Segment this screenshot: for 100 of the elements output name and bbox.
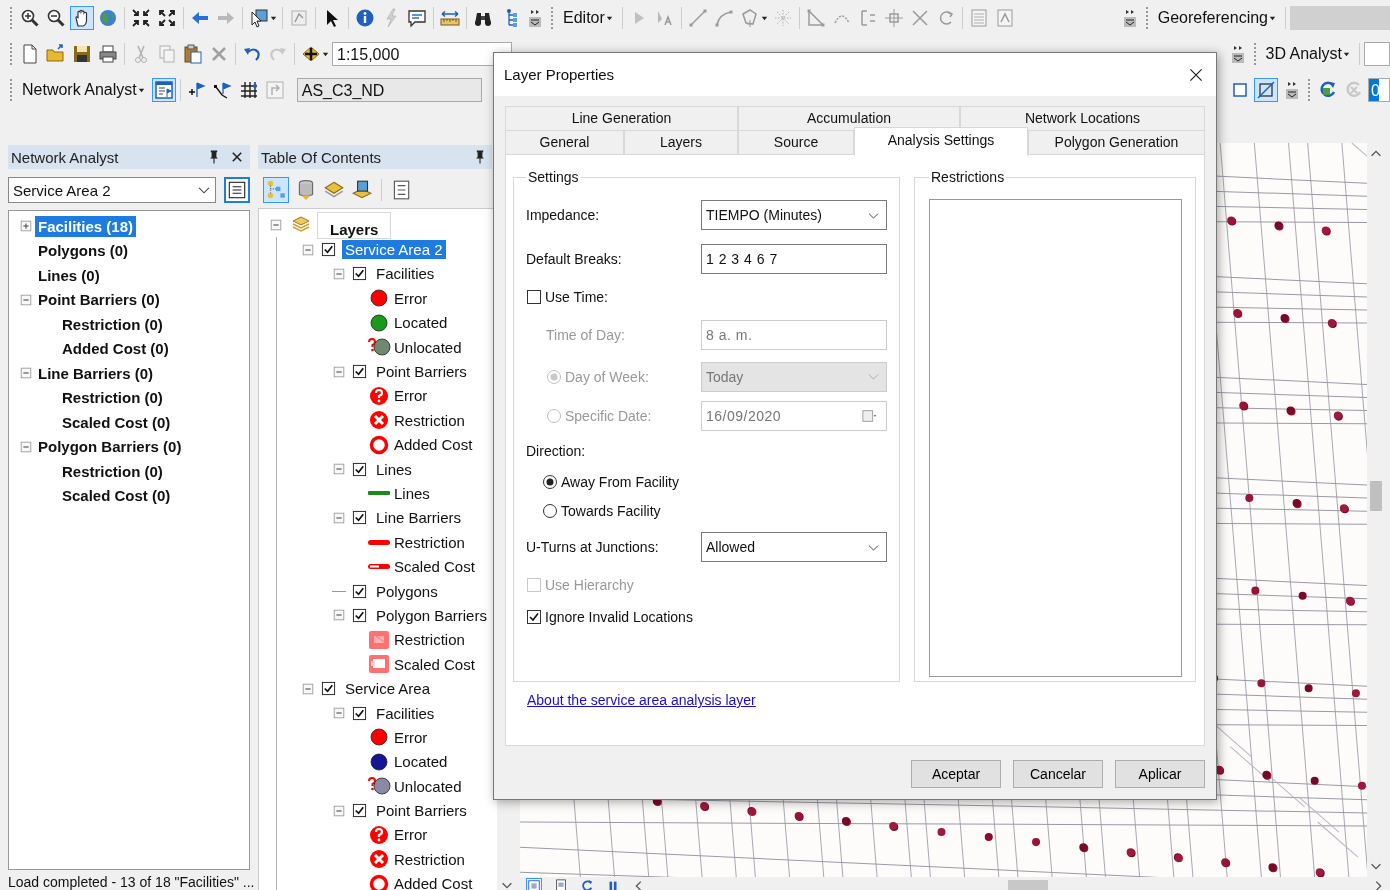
hand-icon[interactable] — [70, 6, 94, 30]
radio-button[interactable] — [542, 502, 558, 519]
properties-icon[interactable] — [224, 177, 250, 203]
tab[interactable]: Line Generation — [505, 106, 738, 130]
toolbar-menu[interactable]: Editor — [559, 7, 618, 29]
checkbox[interactable] — [352, 705, 367, 721]
tree-item[interactable]: Service Area — [342, 679, 434, 699]
close-icon[interactable] — [1188, 66, 1204, 83]
tree-item[interactable]: Facilities — [373, 264, 438, 284]
collapse-icon[interactable] — [332, 706, 346, 720]
legend-label: Error — [393, 386, 429, 406]
tab[interactable]: Analysis Settings — [854, 127, 1028, 156]
tree-item[interactable]: Polygon Barriers — [373, 605, 490, 625]
checkbox[interactable] — [526, 609, 542, 625]
help-link[interactable]: About the service area analysis layer — [527, 692, 756, 708]
tree-item[interactable]: Facilities (18) — [35, 215, 137, 237]
checkbox[interactable] — [352, 266, 367, 282]
collapse-icon[interactable] — [301, 242, 315, 257]
tree-item[interactable]: Point Barriers (0) — [35, 289, 163, 311]
layer-dropdown[interactable]: Service Area 2 — [8, 177, 216, 203]
legend-label: Unlocated — [393, 776, 463, 796]
tree-item[interactable]: Point Barriers — [373, 801, 470, 821]
toolbar-menu[interactable]: Georeferencing — [1153, 7, 1281, 29]
selection-layers-icon[interactable] — [351, 179, 373, 201]
input-field[interactable]: 1 2 3 4 6 7 — [701, 244, 887, 274]
tree-item[interactable]: Line Barriers — [373, 508, 465, 528]
tree-item[interactable]: Polygons — [373, 581, 441, 601]
tree-item[interactable]: Facilities — [373, 703, 438, 723]
checkbox[interactable] — [352, 510, 367, 526]
scroll-thumb[interactable] — [1370, 481, 1382, 511]
square-diagonal-icon[interactable] — [1254, 78, 1278, 102]
tree-item[interactable]: Service Area 2 — [342, 240, 446, 260]
collapse-icon[interactable] — [332, 803, 346, 818]
scroll-thumb[interactable] — [1008, 879, 1048, 890]
input-field[interactable]: 1:15,000 — [332, 42, 512, 66]
tree-item[interactable]: Scaled Cost (0) — [59, 411, 174, 433]
collapse-icon[interactable] — [19, 366, 33, 381]
field-label: Impedance: — [526, 207, 601, 223]
legend-label: Error — [393, 727, 429, 747]
question-marker-symbol — [367, 824, 391, 845]
collapse-icon[interactable] — [19, 292, 33, 307]
tree-item[interactable]: Layers — [317, 211, 392, 239]
tree-item[interactable]: Line Barriers (0) — [35, 362, 157, 384]
dropdown[interactable]: TIEMPO (Minutes) — [701, 200, 887, 230]
window-title: Layer Properties — [504, 66, 615, 83]
dialog-button[interactable]: Aplicar — [1115, 760, 1205, 788]
checkbox[interactable] — [352, 803, 367, 819]
refresh-icon[interactable] — [580, 878, 594, 890]
tab[interactable]: Layers — [624, 130, 738, 154]
print-icon[interactable] — [96, 42, 120, 66]
toolbar-menu[interactable]: Network Analyst — [18, 79, 150, 101]
tab[interactable]: Polygon Generation — [1028, 130, 1205, 154]
checkbox[interactable] — [352, 461, 367, 477]
checkbox[interactable] — [352, 364, 367, 380]
tree-item[interactable]: Polygons (0) — [35, 240, 131, 262]
paste-icon[interactable] — [181, 42, 205, 66]
collapse-icon[interactable] — [19, 439, 33, 454]
legend-label: Unlocated — [393, 337, 463, 357]
checkbox[interactable] — [321, 681, 336, 697]
legend-label: Added Cost — [393, 874, 474, 890]
checkbox[interactable] — [526, 289, 542, 305]
collapse-icon[interactable] — [332, 266, 346, 281]
collapse-icon[interactable] — [332, 462, 346, 477]
collapse-icon[interactable] — [301, 681, 315, 696]
tab[interactable]: General — [505, 130, 624, 154]
dialog-button[interactable]: Aceptar — [911, 760, 1001, 788]
checkbox[interactable] — [321, 242, 336, 258]
radio-button[interactable] — [542, 473, 558, 490]
tree-item[interactable]: Restriction (0) — [59, 387, 166, 409]
layout-view-icon[interactable] — [554, 878, 568, 890]
tree-item[interactable]: Lines (0) — [35, 264, 103, 286]
tree-item[interactable]: Restriction (0) — [59, 460, 166, 482]
checkbox[interactable] — [352, 583, 367, 599]
input-field[interactable]: 0 — [1368, 78, 1390, 102]
network-analyst-window-icon[interactable] — [151, 78, 176, 102]
close-icon[interactable] — [230, 150, 244, 164]
collapse-icon[interactable] — [332, 608, 346, 623]
tab[interactable]: Source — [738, 130, 854, 154]
tree-item[interactable]: Lines — [373, 459, 415, 479]
legend-label: Scaled Cost — [393, 557, 476, 577]
legend-label: Restriction — [393, 410, 466, 430]
tab[interactable]: Accumulation — [738, 106, 960, 130]
collapse-icon[interactable] — [269, 218, 283, 233]
checkbox[interactable] — [352, 607, 367, 623]
dropdown[interactable]: Allowed — [701, 532, 887, 562]
data-view-icon[interactable] — [526, 877, 542, 890]
expand-icon[interactable] — [19, 219, 33, 234]
tree-item[interactable]: Added Cost (0) — [59, 338, 172, 360]
legend-label: Located — [393, 313, 449, 333]
dialog-button[interactable]: Cancelar — [1013, 760, 1103, 788]
legend-label: Scaled Cost — [393, 654, 476, 674]
tab[interactable]: Network Locations — [960, 106, 1205, 130]
collapse-icon[interactable] — [332, 364, 346, 379]
input-field[interactable]: AS_C3_ND — [296, 78, 482, 102]
collapse-icon[interactable] — [332, 510, 346, 525]
toolbar-menu[interactable]: 3D Analyst — [1261, 43, 1355, 65]
tree-item[interactable]: Scaled Cost (0) — [59, 485, 174, 507]
tree-item[interactable]: Restriction (0) — [59, 313, 166, 335]
tree-item[interactable]: Polygon Barriers (0) — [35, 436, 185, 458]
tree-item[interactable]: Point Barriers — [373, 362, 470, 382]
